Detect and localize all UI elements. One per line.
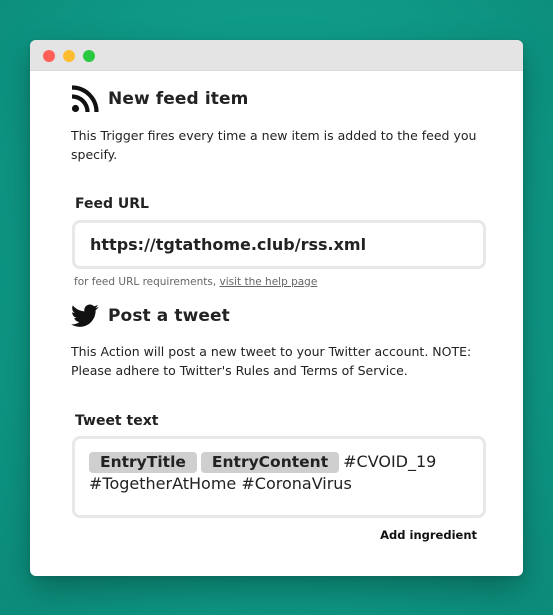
close-window-button[interactable] [43,50,55,62]
twitter-bird-icon [71,302,99,330]
tweet-text-input[interactable]: EntryTitle EntryContent #CVOID_19 #Togethe… [72,436,486,518]
tweet-text-label: Tweet text [75,413,159,429]
action-title: Post a tweet [108,306,230,326]
feed-url-label: Feed URL [75,196,149,212]
zoom-window-button[interactable] [83,50,95,62]
tweet-line-1: EntryTitle EntryContent #CVOID_19 [89,451,469,473]
tweet-hashtag-text: #CVOID_19 [343,452,437,471]
action-header: Post a tweet [71,302,230,330]
trigger-description: This Trigger fires every time a new item… [71,128,477,162]
ingredient-pill-entrycontent[interactable]: EntryContent [200,452,340,473]
help-page-link[interactable]: visit the help page [220,276,318,288]
trigger-title: New feed item [108,89,249,109]
help-text: for feed URL requirements, [74,276,220,288]
feed-url-input[interactable]: https://tgtathome.club/rss.xml [72,220,486,269]
ingredient-pill-entrytitle[interactable]: EntryTitle [89,452,197,473]
trigger-header: New feed item [71,85,248,113]
minimize-window-button[interactable] [63,50,75,62]
feed-url-help: for feed URL requirements, visit the hel… [74,276,317,288]
action-description: This Action will post a new tweet to you… [71,344,472,378]
feed-url-value: https://tgtathome.club/rss.xml [90,235,367,254]
app-window: New feed item This Trigger fires every t… [30,40,523,576]
tweet-line-2: #TogetherAtHome #CoronaVirus [89,474,352,493]
window-titlebar [30,40,523,71]
rss-icon [71,85,99,113]
add-ingredient-button[interactable]: Add ingredient [380,528,477,542]
